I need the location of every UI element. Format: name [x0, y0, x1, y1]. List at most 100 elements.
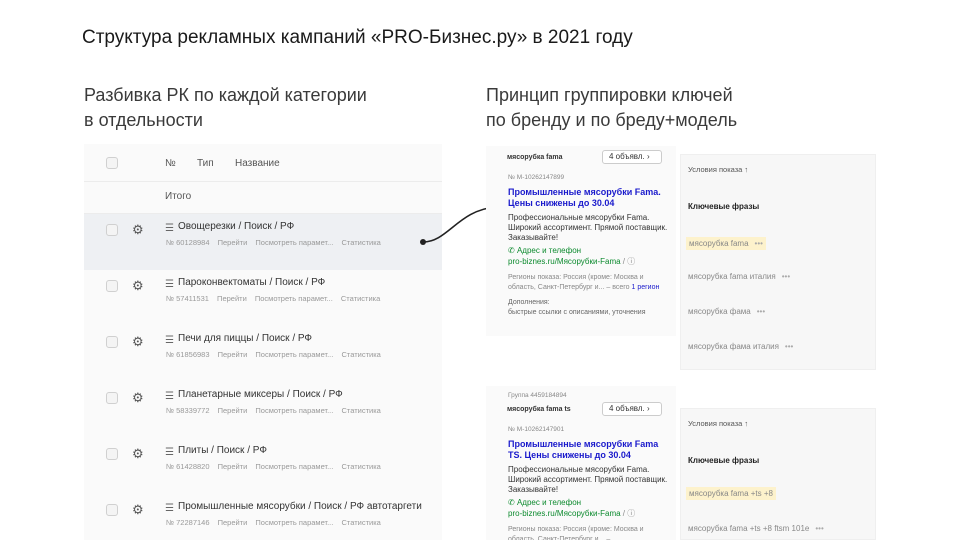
campaign-name[interactable]: Овощерезки / Поиск / РФ	[178, 221, 294, 232]
ad-contacts[interactable]: ✆ Адрес и телефон	[508, 246, 678, 255]
phrase-text: мясорубка fama италия	[688, 272, 776, 281]
keyword-phrase[interactable]: мясорубка fama италия •••	[688, 272, 790, 281]
table-row[interactable]: ⚙ ☰ Овощерезки / Поиск / РФ № 60128984 П…	[84, 214, 442, 270]
go-link[interactable]: Перейти	[218, 462, 248, 471]
stats-link[interactable]: Статистика	[341, 238, 380, 247]
params-link[interactable]: Посмотреть парамет...	[255, 406, 333, 415]
gear-icon[interactable]: ⚙	[132, 391, 144, 404]
go-link[interactable]: Перейти	[218, 350, 248, 359]
stats-link[interactable]: Статистика	[341, 406, 380, 415]
ad-regions: Регионы показа: Россия (кроме: Москва и …	[508, 273, 668, 292]
list-icon: ☰	[165, 447, 174, 458]
row-checkbox[interactable]	[106, 224, 118, 236]
conditions-header[interactable]: Условия показа ↑	[688, 419, 748, 428]
phrase-text: мясорубка фама	[688, 307, 751, 316]
row-checkbox[interactable]	[106, 336, 118, 348]
phrase-text: мясорубка фама италия	[688, 342, 779, 351]
stats-link[interactable]: Статистика	[341, 462, 380, 471]
campaign-number: № 60128984	[166, 238, 210, 247]
campaign-table: № Тип Название Итого ⚙ ☰ Овощерезки / По…	[84, 144, 442, 540]
ad-title[interactable]: Промышленные мясорубки Fama. Цены снижен…	[508, 187, 668, 209]
params-link[interactable]: Посмотреть парамет...	[255, 238, 333, 247]
more-icon[interactable]: •••	[755, 239, 763, 248]
gear-icon[interactable]: ⚙	[132, 447, 144, 460]
left-section-title: Разбивка РК по каждой категории в отдель…	[84, 83, 444, 133]
campaign-number: № 72287146	[166, 518, 210, 527]
more-icon[interactable]: •••	[757, 307, 765, 316]
ads-count-button[interactable]: 4 объявл. ›	[602, 402, 662, 416]
help-icon: / ⓘ	[622, 509, 636, 518]
ad-contacts[interactable]: ✆ Адрес и телефон	[508, 498, 678, 507]
list-icon: ☰	[165, 391, 174, 402]
regions-link[interactable]: 1 регион	[631, 284, 659, 291]
gear-icon[interactable]: ⚙	[132, 279, 144, 292]
phrase-text: мясорубка fama +ts +8	[689, 489, 773, 498]
column-type[interactable]: Тип	[197, 158, 214, 169]
left-title-line2: в отдельности	[84, 110, 203, 130]
ad-url[interactable]: pro-biznes.ru/Мясорубки-Fama / ⓘ	[508, 256, 678, 267]
list-icon: ☰	[165, 503, 174, 514]
keyword-phrase[interactable]: мясорубка fama +ts +8 ftsm 101e •••	[688, 524, 824, 533]
ad-title[interactable]: Промышленные мясорубки Fama TS. Цены сни…	[508, 439, 668, 461]
row-checkbox[interactable]	[106, 504, 118, 516]
row-meta: № 61428820 Перейти Посмотреть парамет...…	[166, 462, 387, 471]
url-label: pro-biznes.ru/Мясорубки-Fama	[508, 257, 621, 266]
params-link[interactable]: Посмотреть парамет...	[255, 462, 333, 471]
keyword-phrase[interactable]: мясорубка fama +ts +8	[686, 487, 776, 500]
column-name[interactable]: Название	[235, 158, 280, 169]
extras-label: Дополнения:	[508, 299, 550, 306]
select-all-checkbox[interactable]	[106, 157, 118, 169]
table-row[interactable]: ⚙ ☰ Плиты / Поиск / РФ № 61428820 Перейт…	[84, 438, 442, 494]
stats-link[interactable]: Статистика	[341, 350, 380, 359]
row-checkbox[interactable]	[106, 448, 118, 460]
campaign-number: № 61856983	[166, 350, 210, 359]
go-link[interactable]: Перейти	[218, 518, 248, 527]
keyword-phrase[interactable]: мясорубка fama •••	[686, 237, 766, 250]
ad-text: Профессиональные мясорубки Fama. Широкий…	[508, 465, 668, 494]
campaign-number: № 57411531	[166, 294, 209, 303]
stats-link[interactable]: Статистика	[341, 294, 380, 303]
slide-title: Структура рекламных кампаний «PRO-Бизнес…	[82, 27, 633, 48]
more-icon[interactable]: •••	[782, 272, 790, 281]
more-icon[interactable]: •••	[785, 342, 793, 351]
go-link[interactable]: Перейти	[217, 294, 247, 303]
table-row[interactable]: ⚙ ☰ Пароконвектоматы / Поиск / РФ № 5741…	[84, 270, 442, 326]
phrase-text: мясорубка fama +ts +8 ftsm 101e	[688, 524, 810, 533]
campaign-name[interactable]: Промышленные мясорубки / Поиск / РФ авто…	[178, 501, 422, 512]
row-checkbox[interactable]	[106, 392, 118, 404]
table-row[interactable]: ⚙ ☰ Планетарные миксеры / Поиск / РФ № 5…	[84, 382, 442, 438]
more-icon[interactable]: •••	[815, 524, 823, 533]
stats-link[interactable]: Статистика	[341, 518, 380, 527]
campaign-name[interactable]: Планетарные миксеры / Поиск / РФ	[178, 389, 343, 400]
table-header: № Тип Название	[84, 144, 442, 182]
params-link[interactable]: Посмотреть парамет...	[255, 350, 333, 359]
row-meta: № 72287146 Перейти Посмотреть парамет...…	[166, 518, 387, 527]
table-row[interactable]: ⚙ ☰ Печи для пиццы / Поиск / РФ № 618569…	[84, 326, 442, 382]
keyword-phrase[interactable]: мясорубка фама •••	[688, 307, 765, 316]
conditions-header[interactable]: Условия показа ↑	[688, 165, 748, 174]
gear-icon[interactable]: ⚙	[132, 223, 144, 236]
row-checkbox[interactable]	[106, 280, 118, 292]
campaign-name[interactable]: Плиты / Поиск / РФ	[178, 445, 267, 456]
total-row: Итого	[84, 182, 442, 214]
ad-url[interactable]: pro-biznes.ru/Мясорубки-Fama / ⓘ	[508, 508, 678, 519]
ad-group-label: Группа 4459184894	[508, 392, 567, 399]
table-row[interactable]: ⚙ ☰ Промышленные мясорубки / Поиск / РФ …	[84, 494, 442, 540]
ad-extras: Дополнения: быстрые ссылки с описаниями,…	[508, 298, 668, 317]
help-icon: / ⓘ	[622, 257, 636, 266]
gear-icon[interactable]: ⚙	[132, 335, 144, 348]
keyword-phrase[interactable]: мясорубка фама италия •••	[688, 342, 793, 351]
ad-group-head: мясорубка fama 4 объявл. ›	[500, 150, 678, 168]
go-link[interactable]: Перейти	[218, 406, 248, 415]
ads-count-button[interactable]: 4 объявл. ›	[602, 150, 662, 164]
conditions-panel: Условия показа ↑ Ключевые фразы мясорубк…	[680, 154, 876, 370]
params-link[interactable]: Посмотреть парамет...	[255, 518, 333, 527]
list-icon: ☰	[165, 223, 174, 234]
column-number[interactable]: №	[165, 158, 176, 169]
params-link[interactable]: Посмотреть парамет...	[255, 294, 333, 303]
go-link[interactable]: Перейти	[218, 238, 248, 247]
gear-icon[interactable]: ⚙	[132, 503, 144, 516]
campaign-name[interactable]: Печи для пиццы / Поиск / РФ	[178, 333, 312, 344]
campaign-name[interactable]: Пароконвектоматы / Поиск / РФ	[178, 277, 325, 288]
row-meta: № 61856983 Перейти Посмотреть парамет...…	[166, 350, 387, 359]
